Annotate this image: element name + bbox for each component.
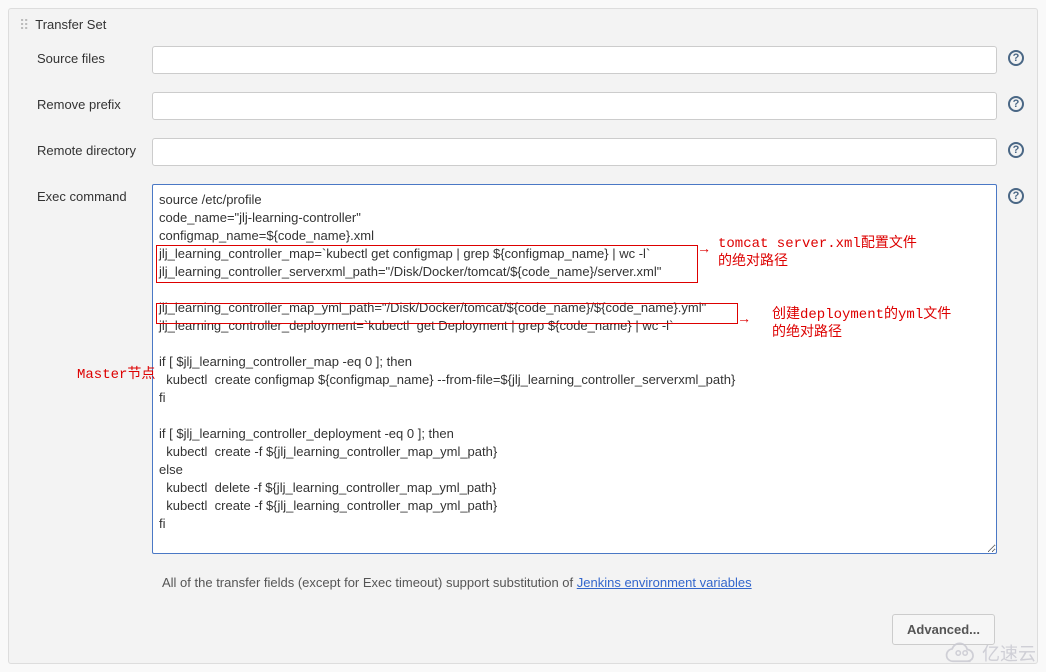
row-remote-directory: Remote directory ?: [19, 138, 1027, 166]
link-jenkins-env-vars[interactable]: Jenkins environment variables: [577, 575, 752, 590]
row-remove-prefix: Remove prefix ?: [19, 92, 1027, 120]
cloud-icon: [944, 642, 978, 664]
label-exec-command: Exec command: [19, 184, 144, 204]
watermark: 亿速云: [944, 640, 1036, 666]
helper-prefix: All of the transfer fields (except for E…: [162, 575, 577, 590]
helper-text: All of the transfer fields (except for E…: [19, 575, 1027, 590]
label-source-files: Source files: [19, 46, 144, 66]
button-row: Advanced...: [19, 614, 1027, 645]
input-source-files[interactable]: [152, 46, 997, 74]
row-exec-command: Exec command → tomcat server.xml配置文件 的绝对…: [19, 184, 1027, 557]
help-icon[interactable]: ?: [1008, 50, 1024, 66]
help-icon[interactable]: ?: [1008, 96, 1024, 112]
label-remote-directory: Remote directory: [19, 138, 144, 158]
input-remove-prefix[interactable]: [152, 92, 997, 120]
panel-header: ⠿ Transfer Set: [19, 17, 1027, 32]
input-exec-command[interactable]: [152, 184, 997, 554]
annotation-master-node: Master节点: [77, 366, 155, 384]
help-icon[interactable]: ?: [1008, 188, 1024, 204]
panel-title: Transfer Set: [35, 17, 106, 32]
input-remote-directory[interactable]: [152, 138, 997, 166]
drag-handle-icon[interactable]: ⠿: [19, 18, 29, 32]
transfer-set-panel: ⠿ Transfer Set Source files ? Remove pre…: [8, 8, 1038, 664]
row-source-files: Source files ?: [19, 46, 1027, 74]
help-icon[interactable]: ?: [1008, 142, 1024, 158]
label-remove-prefix: Remove prefix: [19, 92, 144, 112]
watermark-text: 亿速云: [982, 640, 1036, 666]
